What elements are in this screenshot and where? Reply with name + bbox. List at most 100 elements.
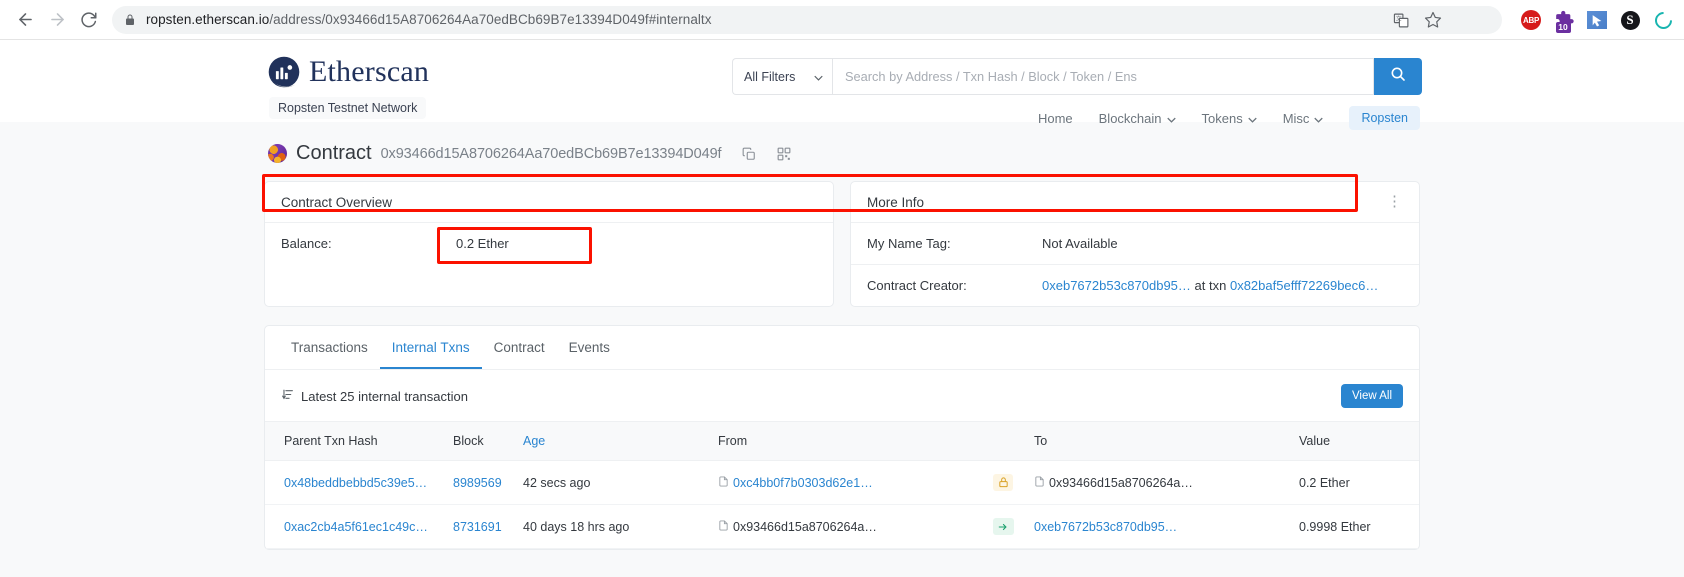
- etherscan-logo-icon: [266, 54, 302, 90]
- blue-arrow-extension-icon[interactable]: [1586, 9, 1608, 31]
- contract-overview-body: Balance: 0.2 Ether: [265, 223, 833, 305]
- chevron-down-icon: [814, 70, 823, 84]
- tab-contract[interactable]: Contract: [482, 326, 557, 369]
- cell-parent-txn-hash: 0xac2cb4a5f61ec1c49c…: [265, 504, 445, 549]
- page-body: Etherscan Ropsten Testnet Network All Fi…: [0, 40, 1684, 577]
- extension-icons: ABP 10 S: [1520, 0, 1678, 40]
- search-button[interactable]: [1374, 58, 1422, 95]
- blue-arrow-glyph: [1587, 11, 1607, 29]
- creator-txn-link[interactable]: 0x82baf5efff72269bec6…: [1230, 278, 1378, 293]
- block-link[interactable]: 8989569: [453, 476, 502, 490]
- to-address-link[interactable]: 0xeb7672b53c870db95…: [1034, 520, 1177, 534]
- filters-label: All Filters: [744, 69, 796, 84]
- at-txn-label: at txn: [1194, 278, 1227, 293]
- address-bar[interactable]: ropsten.etherscan.io/address/0x93466d15A…: [112, 5, 1502, 34]
- extension-count-badge: 10: [1555, 22, 1571, 33]
- abp-badge: ABP: [1521, 10, 1541, 30]
- tab-bar: Transactions Internal Txns Contract Even…: [265, 326, 1419, 370]
- parent-txn-hash-link[interactable]: 0x48beddbebbd5c39e5…: [284, 476, 427, 490]
- translate-icon[interactable]: 文: [1386, 5, 1416, 35]
- document-icon: [718, 519, 729, 535]
- nav-item-home[interactable]: Home: [1038, 111, 1073, 126]
- search-input-wrapper[interactable]: [832, 58, 1374, 95]
- cell-block: 8731691: [445, 504, 515, 549]
- balance-label: Balance:: [281, 236, 332, 251]
- cell-from: 0x93466d15a8706264a…: [710, 504, 980, 549]
- table-header-row: Parent Txn Hash Block Age From To Value: [265, 421, 1419, 461]
- identicon-icon: [268, 144, 287, 163]
- cell-age: 40 days 18 hrs ago: [515, 504, 710, 549]
- qr-code-icon[interactable]: [773, 143, 795, 165]
- parent-txn-hash-link[interactable]: 0xac2cb4a5f61ec1c49c…: [284, 520, 428, 534]
- name-tag-row: My Name Tag: Not Available: [851, 223, 1419, 264]
- nav-item-blockchain[interactable]: Blockchain: [1099, 111, 1176, 126]
- nav-item-tokens[interactable]: Tokens: [1202, 111, 1257, 126]
- teal-arc-extension-icon[interactable]: [1650, 7, 1676, 33]
- search-icon: [1390, 66, 1406, 87]
- teal-arc-glyph: [1650, 7, 1676, 33]
- filters-dropdown[interactable]: All Filters: [732, 58, 832, 95]
- nav-label: Home: [1037, 110, 1073, 126]
- creator-address-link[interactable]: 0xeb7672b53c870db95…: [1042, 278, 1191, 293]
- chevron-down-icon: [1314, 111, 1324, 126]
- tab-transactions[interactable]: Transactions: [279, 326, 380, 369]
- name-tag-label: My Name Tag:: [867, 236, 951, 251]
- direction-in-icon: [993, 474, 1013, 491]
- vertical-dots-icon[interactable]: ⋮: [1387, 194, 1403, 209]
- cell-to: 0xeb7672b53c870db95…: [1026, 504, 1291, 549]
- network-pill: Ropsten Testnet Network: [269, 97, 427, 119]
- omnibox-actions: 文: [1386, 5, 1448, 35]
- from-address-link[interactable]: 0xc4bb0f7b0303d62e1…: [733, 476, 873, 490]
- nav-label: Misc: [1282, 110, 1310, 126]
- top-navigation: Home Blockchain Tokens Misc Ropsten: [732, 106, 1422, 130]
- forward-arrow-icon[interactable]: [42, 5, 72, 35]
- document-icon: [718, 475, 729, 491]
- copy-icon[interactable]: [738, 143, 760, 165]
- back-arrow-icon[interactable]: [10, 5, 40, 35]
- from-address-text: 0x93466d15a8706264a…: [733, 519, 877, 534]
- table-row[interactable]: 0xac2cb4a5f61ec1c49c… 8731691 40 days 18…: [265, 504, 1419, 549]
- cell-value: 0.9998 Ether: [1291, 504, 1419, 549]
- cell-block: 8989569: [445, 460, 515, 505]
- contract-creator-value: 0xeb7672b53c870db95… at txn 0x82baf5efff…: [1042, 278, 1378, 293]
- table-row[interactable]: 0x48beddbebbd5c39e5… 8989569 42 secs ago…: [265, 460, 1419, 505]
- cell-to: 0x93466d15a8706264a…: [1026, 460, 1291, 505]
- browser-toolbar: ropsten.etherscan.io/address/0x93466d15A…: [0, 0, 1684, 40]
- nav-item-misc[interactable]: Misc: [1283, 111, 1324, 126]
- cell-value: 0.2 Ether: [1291, 460, 1419, 505]
- site-header: Etherscan Ropsten Testnet Network All Fi…: [262, 40, 1422, 130]
- name-tag-value: Not Available: [1042, 236, 1118, 251]
- star-icon[interactable]: [1418, 5, 1448, 35]
- search-bar: All Filters: [732, 58, 1422, 95]
- tab-events[interactable]: Events: [557, 326, 622, 369]
- logo[interactable]: Etherscan: [266, 54, 732, 90]
- network-badge[interactable]: Ropsten: [1349, 106, 1420, 130]
- chevron-down-icon: [1248, 111, 1257, 126]
- nav-label: Tokens: [1201, 110, 1243, 126]
- table-header: Parent Txn Hash Block Age From To Value: [265, 421, 1419, 461]
- chevron-down-icon: [1166, 111, 1176, 126]
- document-icon: [1034, 475, 1045, 491]
- extension-puzzle-icon[interactable]: 10: [1553, 9, 1575, 33]
- contract-address: 0x93466d15A8706264Aa70edBCb69B7e13394D04…: [380, 145, 722, 162]
- cell-direction: [980, 504, 1026, 549]
- reload-icon[interactable]: [74, 5, 104, 35]
- panel-toolbar: Latest 25 internal transaction View All: [265, 370, 1419, 421]
- more-info-header: More Info ⋮: [851, 182, 1419, 223]
- col-age[interactable]: Age: [515, 421, 710, 461]
- more-info-title: More Info: [867, 194, 925, 210]
- s-circle-extension-icon[interactable]: S: [1619, 9, 1641, 31]
- adblock-plus-icon[interactable]: ABP: [1520, 9, 1542, 31]
- sort-list-icon: [281, 388, 294, 404]
- cell-age: 42 secs ago: [515, 460, 710, 505]
- nav-label: Blockchain: [1098, 110, 1162, 126]
- block-link[interactable]: 8731691: [453, 520, 502, 534]
- search-input[interactable]: [845, 69, 1361, 84]
- page-container: Etherscan Ropsten Testnet Network All Fi…: [262, 40, 1422, 550]
- puzzle-glyph: 10: [1554, 10, 1575, 33]
- view-all-button[interactable]: View All: [1340, 384, 1403, 408]
- col-from: From: [710, 421, 980, 461]
- caption-text: Latest 25 internal transaction: [301, 388, 468, 404]
- tab-internal-txns[interactable]: Internal Txns: [379, 326, 482, 369]
- col-parent-txn-hash: Parent Txn Hash: [265, 421, 445, 461]
